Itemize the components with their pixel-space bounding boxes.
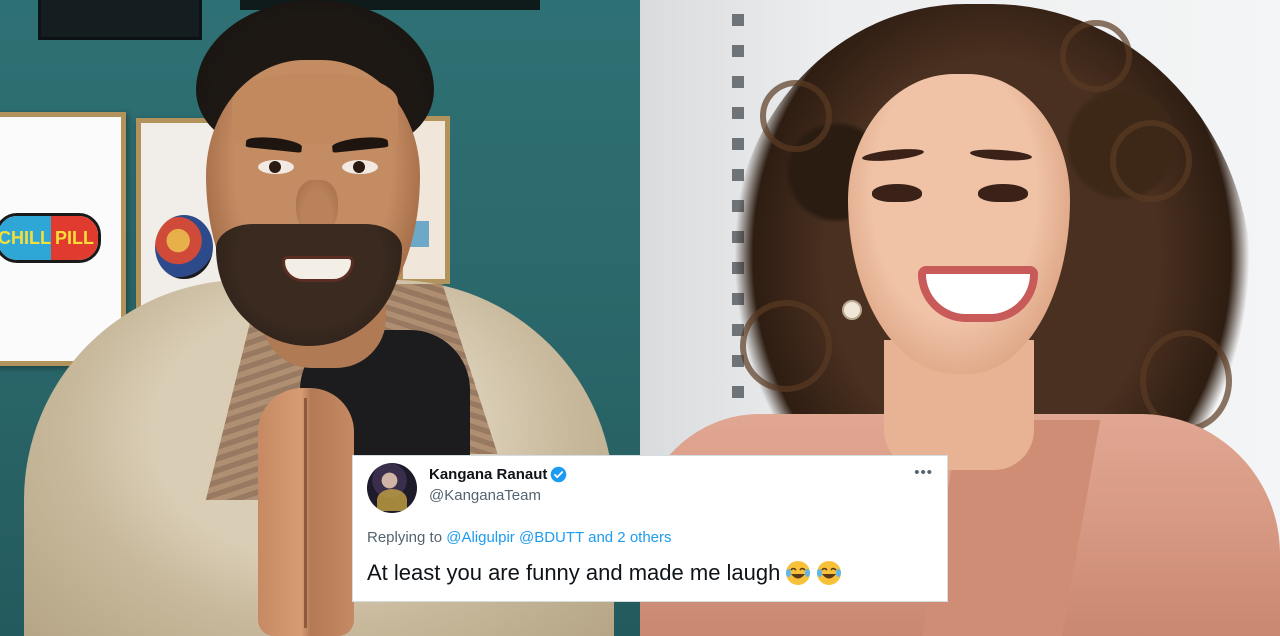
- mention-aligulpir[interactable]: @Aligulpir: [446, 529, 515, 546]
- more-dots-icon[interactable]: •••: [914, 464, 933, 481]
- tears-of-joy-emoji-icon: [786, 561, 811, 585]
- name-row: Kangana Ranaut: [429, 466, 567, 483]
- avatar[interactable]: [367, 463, 417, 513]
- earring: [842, 300, 862, 320]
- replying-to-line: Replying to @Aligulpir @BDUTT and 2 othe…: [367, 529, 672, 546]
- handle[interactable]: @KanganaTeam: [429, 487, 541, 504]
- tears-of-joy-emoji-icon: [817, 561, 842, 585]
- mention-others[interactable]: and 2 others: [588, 529, 671, 546]
- tweet-text-row: At least you are funny and made me laugh: [367, 560, 842, 586]
- verified-badge-icon: [551, 466, 567, 483]
- tweet-card[interactable]: Kangana Ranaut @KanganaTeam ••• Replying…: [352, 455, 948, 602]
- replying-prefix: Replying to: [367, 529, 443, 546]
- tweet-text: At least you are funny and made me laugh: [367, 560, 781, 585]
- mention-bdutt[interactable]: @BDUTT: [519, 529, 584, 546]
- display-name[interactable]: Kangana Ranaut: [429, 466, 547, 483]
- namaste-hands: [258, 388, 354, 636]
